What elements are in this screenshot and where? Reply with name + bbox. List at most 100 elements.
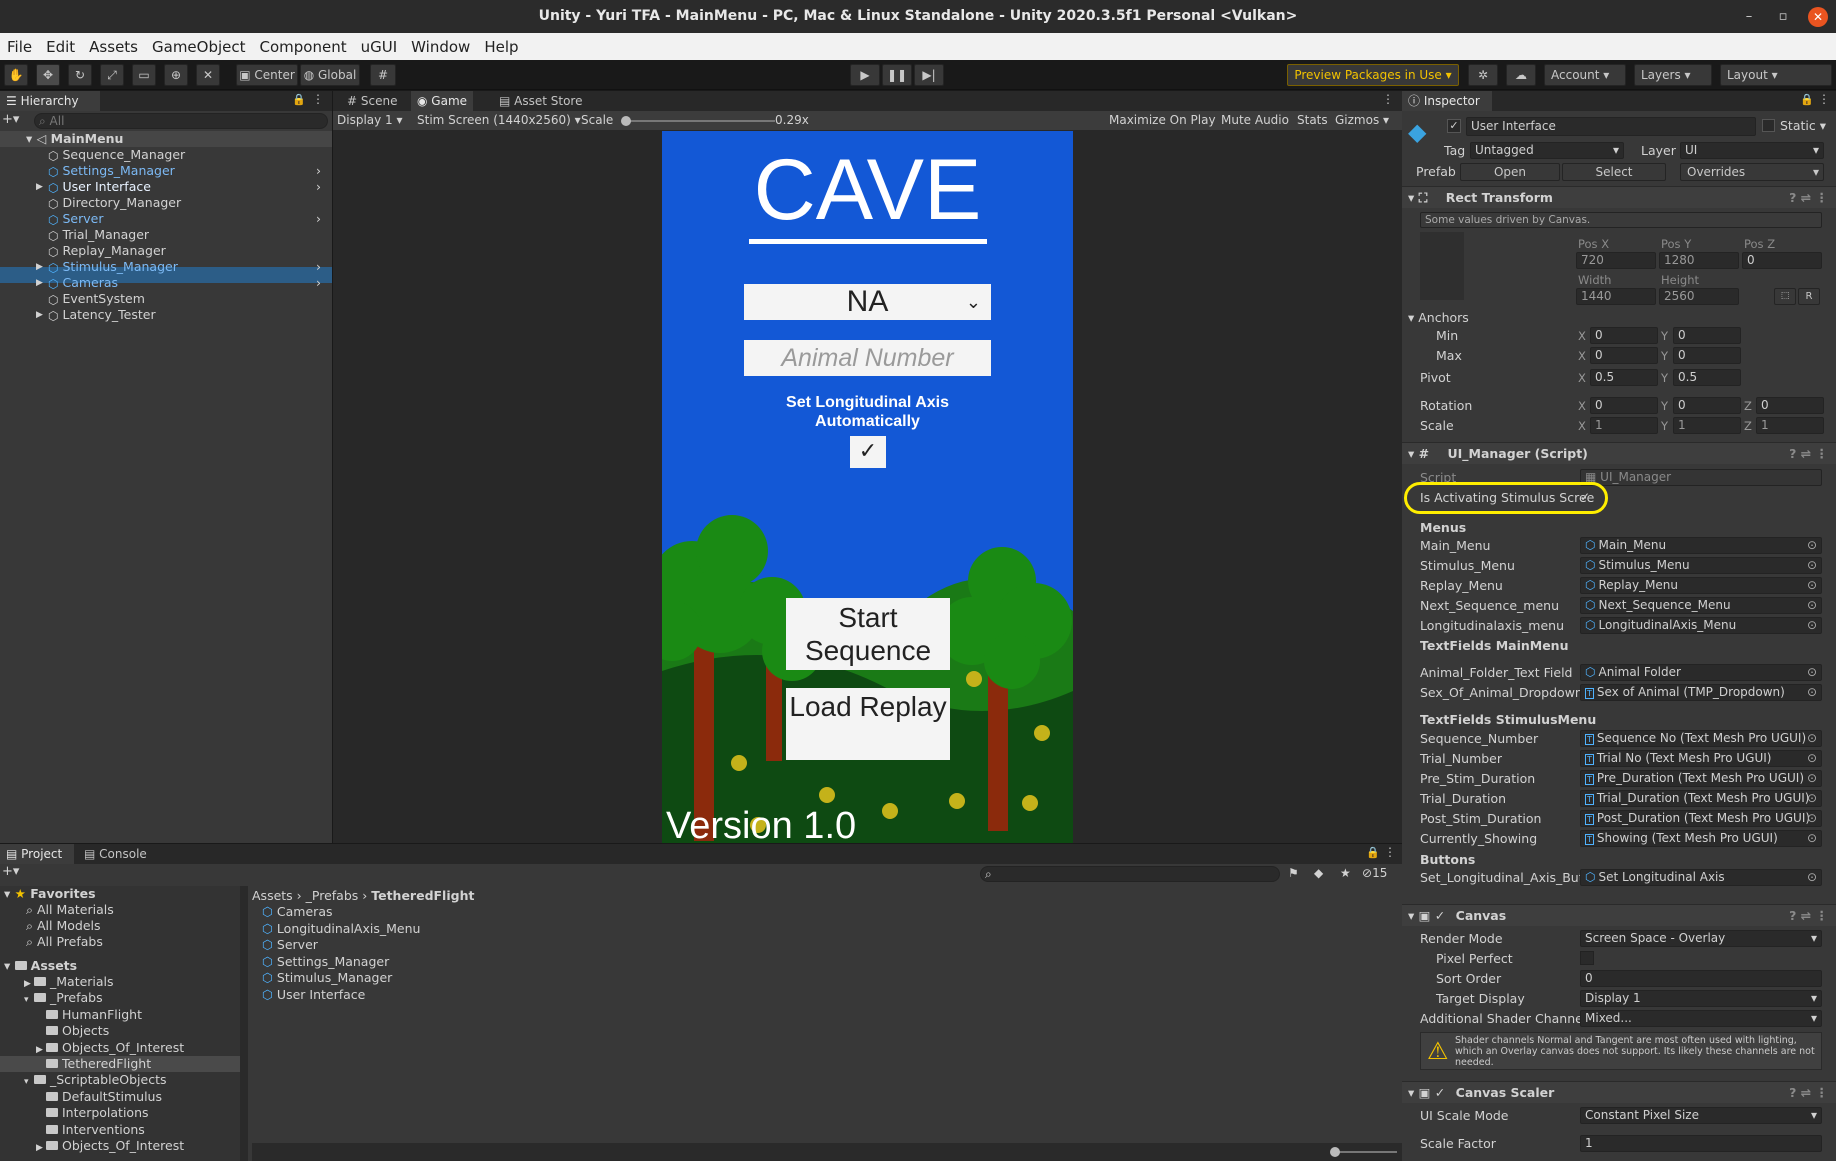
vector-field[interactable]: 0 <box>1590 347 1658 364</box>
scale-slider-thumb[interactable] <box>621 116 631 126</box>
object-picker-icon[interactable]: ⊙ <box>1807 558 1817 573</box>
hierarchy-item[interactable]: ▶ ⬡ Cameras <box>36 275 118 291</box>
vector-field[interactable]: 1 <box>1673 417 1741 434</box>
vector-field[interactable]: 0.5 <box>1590 369 1658 386</box>
vector-field[interactable]: 1 <box>1756 417 1824 434</box>
tree-expand-icon[interactable]: ▾ <box>24 992 34 1008</box>
expand-arrow-icon[interactable]: ▶ <box>36 307 43 323</box>
maximize-button[interactable]: ▫ <box>1766 9 1800 24</box>
scale-slider[interactable] <box>625 120 775 122</box>
object-reference-field[interactable]: ⬡ Animal Folder ⊙ <box>1580 664 1822 681</box>
prefab-select-button[interactable]: Select <box>1562 163 1666 181</box>
fav-all-prefabs[interactable]: ⌕ All Prefabs <box>26 934 103 950</box>
display-dropdown[interactable]: Display 1 ▾ <box>337 111 403 130</box>
play-button[interactable]: ▶ <box>850 64 880 86</box>
tree-folder-item[interactable]: ▶ _Materials <box>24 974 114 990</box>
hierarchy-item[interactable]: ▶ ⬡ Stimulus_Manager <box>36 259 178 275</box>
pixel-perfect-checkbox[interactable] <box>1580 951 1594 965</box>
breadcrumb-tethered[interactable]: TetheredFlight <box>371 888 474 903</box>
vector-field[interactable]: 0 <box>1756 397 1824 414</box>
object-reference-field[interactable]: ⬡ Stimulus_Menu ⊙ <box>1580 557 1822 574</box>
transform-tool-icon[interactable]: ⊕ <box>164 64 188 86</box>
vector-field[interactable]: 0 <box>1673 347 1741 364</box>
tree-folder-item[interactable]: ▾ _Prefabs <box>24 990 103 1006</box>
hierarchy-item[interactable]: ⬡ Settings_Manager <box>40 163 175 179</box>
custom-tool-icon[interactable]: ✕ <box>196 64 220 86</box>
tree-folder-item[interactable]: ▾ _ScriptableObjects <box>24 1072 167 1088</box>
vector-field[interactable]: 0 <box>1590 327 1658 344</box>
stats-toggle[interactable]: Stats <box>1297 111 1328 130</box>
longitudinal-axis-checkbox[interactable]: ✓ <box>850 436 886 468</box>
filter-type-icon[interactable]: ⚑ <box>1288 866 1299 880</box>
rect-tool-icon[interactable]: ▭ <box>132 64 156 86</box>
shader-channels-dropdown[interactable]: Mixed... ▾ <box>1580 1010 1822 1027</box>
hierarchy-item[interactable]: ⬡ Sequence_Manager <box>40 147 185 163</box>
pause-button[interactable]: ❚❚ <box>882 64 912 86</box>
add-icon[interactable]: +▾ <box>2 112 19 127</box>
open-prefab-chevron-icon[interactable]: › <box>316 275 321 291</box>
object-reference-field[interactable]: ⬡ LongitudinalAxis_Menu ⊙ <box>1580 617 1822 634</box>
expand-arrow-icon[interactable]: ▶ <box>36 179 43 195</box>
tree-expand-icon[interactable]: ▶ <box>36 1140 46 1156</box>
expand-arrow-icon[interactable]: ▶ <box>36 275 43 291</box>
object-picker-icon[interactable]: ⊙ <box>1807 618 1817 633</box>
hierarchy-item[interactable]: ▶ ⬡ User Interface <box>36 179 151 195</box>
lock-icon[interactable]: 🔒 <box>292 93 306 106</box>
menu-help[interactable]: Help <box>477 38 525 56</box>
active-checkbox[interactable]: ✓ <box>1447 119 1461 133</box>
object-picker-icon[interactable]: ⊙ <box>1807 665 1817 680</box>
object-reference-field[interactable]: T Trial No (Text Mesh Pro UGUI) ⊙ <box>1580 750 1822 767</box>
minimize-button[interactable]: – <box>1732 9 1766 24</box>
hierarchy-item[interactable]: ⬡ EventSystem <box>40 291 145 307</box>
static-dropdown[interactable]: Static ▾ <box>1780 118 1826 134</box>
object-picker-icon[interactable]: ⊙ <box>1807 831 1817 846</box>
tree-folder-item[interactable]: DefaultStimulus <box>36 1089 162 1105</box>
project-file-item[interactable]: ⬡ Server <box>262 937 318 953</box>
hierarchy-item[interactable]: ⬡ Directory_Manager <box>40 195 181 211</box>
object-reference-field[interactable]: ⬡ Set Longitudinal Axis ⊙ <box>1580 869 1822 886</box>
tree-folder-item[interactable]: HumanFlight <box>36 1007 142 1023</box>
open-prefab-chevron-icon[interactable]: › <box>316 163 321 179</box>
tree-folder-item[interactable]: ▶ Objects_Of_Interest <box>36 1138 184 1154</box>
layout-dropdown[interactable]: Layout ▾ <box>1720 64 1832 86</box>
resolution-dropdown[interactable]: Stim Screen (1440x2560) ▾ <box>417 111 581 130</box>
object-reference-field[interactable]: T Sex of Animal (TMP_Dropdown) ⊙ <box>1580 684 1822 701</box>
tree-folder-item[interactable]: Objects <box>36 1023 109 1039</box>
canvas-menu-icon[interactable]: ? ⇌ ⋮ <box>1789 905 1828 927</box>
open-prefab-chevron-icon[interactable]: › <box>316 259 321 275</box>
tab-console[interactable]: ▤ Console <box>78 844 153 864</box>
scene-root[interactable]: ▾ ◁ MainMenu <box>26 131 123 147</box>
vector-field[interactable]: 0 <box>1673 397 1741 414</box>
ui-component-menu-icon[interactable]: ? ⇌ ⋮ <box>1789 443 1828 465</box>
object-picker-icon[interactable]: ⊙ <box>1807 731 1817 746</box>
menu-edit[interactable]: Edit <box>39 38 82 56</box>
favorites-header[interactable]: ▾ ★ Favorites <box>4 886 96 902</box>
icon-size-slider[interactable] <box>1337 1151 1397 1153</box>
object-reference-field[interactable]: T Pre_Duration (Text Mesh Pro UGUI) ⊙ <box>1580 770 1822 787</box>
object-picker-icon[interactable]: ⊙ <box>1807 685 1817 700</box>
posx-field[interactable]: 720 <box>1576 252 1656 269</box>
maximize-on-play-toggle[interactable]: Maximize On Play <box>1109 111 1216 130</box>
tab-asset-store[interactable]: ▤ Asset Store <box>493 91 589 111</box>
object-picker-icon[interactable]: ⊙ <box>1807 811 1817 826</box>
tab-inspector[interactable]: ⓘ Inspector <box>1402 91 1492 111</box>
rotate-tool-icon[interactable]: ↻ <box>68 64 92 86</box>
activating-checkbox[interactable]: ✓ <box>1580 490 1590 504</box>
tree-folder-item[interactable]: Interventions <box>36 1122 145 1138</box>
object-reference-field[interactable]: T Sequence No (Text Mesh Pro UGUI) ⊙ <box>1580 730 1822 747</box>
object-picker-icon[interactable]: ⊙ <box>1807 791 1817 806</box>
menu-window[interactable]: Window <box>404 38 477 56</box>
start-sequence-button[interactable]: Start Sequence <box>786 598 950 670</box>
menu-component[interactable]: Component <box>253 38 354 56</box>
hierarchy-item[interactable]: ▶ ⬡ Latency_Tester <box>36 307 156 323</box>
tree-folder-item[interactable]: ▶ Objects_Of_Interest <box>36 1040 184 1056</box>
scaler-menu-icon[interactable]: ? ⇌ ⋮ <box>1789 1082 1828 1104</box>
object-reference-field[interactable]: T Trial_Duration (Text Mesh Pro UGUI) ⊙ <box>1580 790 1822 807</box>
anchor-preset-button[interactable] <box>1420 232 1464 300</box>
sort-order-field[interactable]: 0 <box>1580 970 1822 987</box>
layers-dropdown[interactable]: Layers ▾ <box>1634 64 1712 86</box>
menu-file[interactable]: File <box>0 38 39 56</box>
object-picker-icon[interactable]: ⊙ <box>1807 751 1817 766</box>
fav-all-materials[interactable]: ⌕ All Materials <box>26 902 114 918</box>
vector-field[interactable]: 0 <box>1590 397 1658 414</box>
